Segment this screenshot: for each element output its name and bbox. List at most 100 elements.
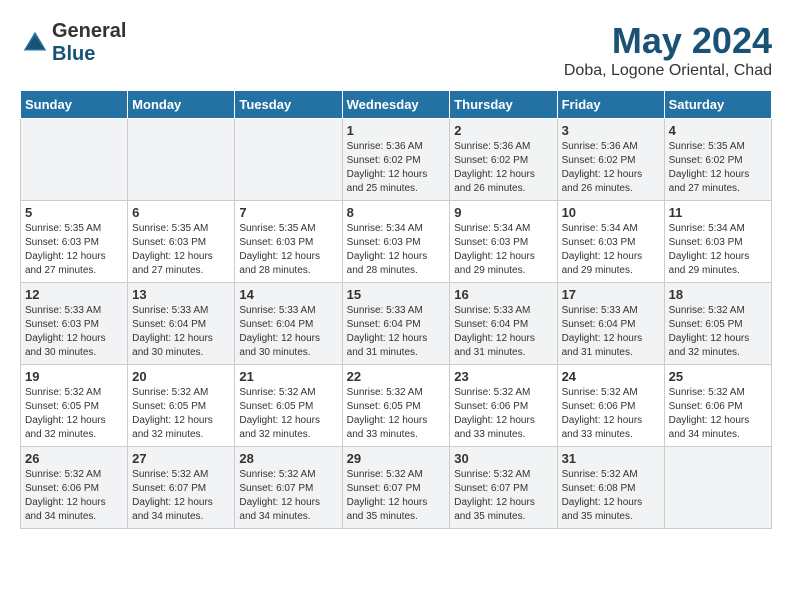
calendar-cell: 17Sunrise: 5:33 AM Sunset: 6:04 PM Dayli…: [557, 283, 664, 365]
day-number: 10: [562, 205, 660, 220]
calendar-week-row: 19 Sunrise: 5:32 AM Sunset: 6:05 PM Dayli…: [21, 365, 772, 447]
logo-text-blue: Blue: [52, 43, 95, 65]
calendar-cell: 28Sunrise: 5:32 AM Sunset: 6:07 PM Dayli…: [235, 447, 342, 529]
page-header: General Blue May 2024 Doba, Logone Orien…: [20, 20, 772, 80]
logo: General Blue: [20, 20, 126, 66]
day-info: Sunrise: 5:32 AM Sunset: 6:06 PM Dayligh…: [562, 386, 660, 442]
day-info: Sunrise: 5:32 AM Sunset: 6:08 PM Dayligh…: [562, 468, 660, 524]
day-number: 28: [239, 451, 337, 466]
day-of-week-header: Sunday: [21, 91, 128, 119]
day-info: Sunrise: 5:36 AM Sunset: 6:02 PM Dayligh…: [347, 140, 446, 196]
day-info: Sunrise: 5:32 AM Sunset: 6:07 PM Dayligh…: [132, 468, 230, 524]
day-of-week-header: Saturday: [664, 91, 771, 119]
day-info: Sunrise: 5:33 AM Sunset: 6:04 PM Dayligh…: [562, 304, 660, 360]
calendar-cell: 30 Sunrise: 5:32 AM Sunset: 6:07 PM Dayli…: [450, 447, 557, 529]
day-number: 30: [454, 451, 552, 466]
calendar-cell: 29 Sunrise: 5:32 AM Sunset: 6:07 PM Dayli…: [342, 447, 450, 529]
calendar-cell: 4 Sunrise: 5:35 AM Sunset: 6:02 PM Daylig…: [664, 119, 771, 201]
calendar-cell: 20 Sunrise: 5:32 AM Sunset: 6:05 PM Dayli…: [128, 365, 235, 447]
calendar-cell: 14Sunrise: 5:33 AM Sunset: 6:04 PM Dayli…: [235, 283, 342, 365]
day-number: 19: [25, 369, 123, 384]
calendar-cell: 25 Sunrise: 5:32 AM Sunset: 6:06 PM Dayli…: [664, 365, 771, 447]
day-info: Sunrise: 5:34 AM Sunset: 6:03 PM Dayligh…: [669, 222, 767, 278]
day-info: Sunrise: 5:33 AM Sunset: 6:03 PM Dayligh…: [25, 304, 123, 360]
calendar-cell: 13 Sunrise: 5:33 AM Sunset: 6:04 PM Dayli…: [128, 283, 235, 365]
calendar-cell: 1Sunrise: 5:36 AM Sunset: 6:02 PM Daylig…: [342, 119, 450, 201]
day-number: 20: [132, 369, 230, 384]
calendar-cell: 2Sunrise: 5:36 AM Sunset: 6:02 PM Daylig…: [450, 119, 557, 201]
calendar-cell: 16Sunrise: 5:33 AM Sunset: 6:04 PM Dayli…: [450, 283, 557, 365]
day-number: 16: [454, 287, 552, 302]
calendar-cell: 10 Sunrise: 5:34 AM Sunset: 6:03 PM Dayli…: [557, 201, 664, 283]
day-info: Sunrise: 5:35 AM Sunset: 6:03 PM Dayligh…: [25, 222, 123, 278]
calendar-cell: 23Sunrise: 5:32 AM Sunset: 6:06 PM Dayli…: [450, 365, 557, 447]
calendar-cell: 18 Sunrise: 5:32 AM Sunset: 6:05 PM Dayli…: [664, 283, 771, 365]
calendar-cell: 7 Sunrise: 5:35 AM Sunset: 6:03 PM Daylig…: [235, 201, 342, 283]
calendar-cell: [21, 119, 128, 201]
calendar-cell: 22 Sunrise: 5:32 AM Sunset: 6:05 PM Dayli…: [342, 365, 450, 447]
day-info: Sunrise: 5:32 AM Sunset: 6:06 PM Dayligh…: [25, 468, 123, 524]
day-info: Sunrise: 5:32 AM Sunset: 6:05 PM Dayligh…: [669, 304, 767, 360]
day-number: 7: [239, 205, 337, 220]
day-number: 26: [25, 451, 123, 466]
day-info: Sunrise: 5:35 AM Sunset: 6:03 PM Dayligh…: [132, 222, 230, 278]
day-info: Sunrise: 5:32 AM Sunset: 6:06 PM Dayligh…: [454, 386, 552, 442]
day-number: 4: [669, 123, 767, 138]
day-number: 24: [562, 369, 660, 384]
day-number: 14: [239, 287, 337, 302]
day-number: 21: [239, 369, 337, 384]
calendar-cell: 9 Sunrise: 5:34 AM Sunset: 6:03 PM Daylig…: [450, 201, 557, 283]
calendar-cell: 12 Sunrise: 5:33 AM Sunset: 6:03 PM Dayli…: [21, 283, 128, 365]
calendar-week-row: 1Sunrise: 5:36 AM Sunset: 6:02 PM Daylig…: [21, 119, 772, 201]
day-number: 29: [347, 451, 446, 466]
day-of-week-header: Tuesday: [235, 91, 342, 119]
calendar-header-row: SundayMondayTuesdayWednesdayThursdayFrid…: [21, 91, 772, 119]
calendar-cell: 3 Sunrise: 5:36 AM Sunset: 6:02 PM Daylig…: [557, 119, 664, 201]
calendar-week-row: 12 Sunrise: 5:33 AM Sunset: 6:03 PM Dayli…: [21, 283, 772, 365]
day-number: 11: [669, 205, 767, 220]
calendar-cell: 24 Sunrise: 5:32 AM Sunset: 6:06 PM Dayli…: [557, 365, 664, 447]
day-info: Sunrise: 5:32 AM Sunset: 6:06 PM Dayligh…: [669, 386, 767, 442]
day-info: Sunrise: 5:35 AM Sunset: 6:03 PM Dayligh…: [239, 222, 337, 278]
logo-text-general: General: [52, 20, 126, 42]
calendar-week-row: 26 Sunrise: 5:32 AM Sunset: 6:06 PM Dayli…: [21, 447, 772, 529]
calendar-cell: 26 Sunrise: 5:32 AM Sunset: 6:06 PM Dayli…: [21, 447, 128, 529]
calendar-cell: [235, 119, 342, 201]
day-number: 12: [25, 287, 123, 302]
day-info: Sunrise: 5:32 AM Sunset: 6:05 PM Dayligh…: [347, 386, 446, 442]
location: Doba, Logone Oriental, Chad: [564, 62, 772, 80]
day-number: 3: [562, 123, 660, 138]
day-of-week-header: Monday: [128, 91, 235, 119]
day-info: Sunrise: 5:35 AM Sunset: 6:02 PM Dayligh…: [669, 140, 767, 196]
day-number: 6: [132, 205, 230, 220]
day-number: 15: [347, 287, 446, 302]
day-info: Sunrise: 5:33 AM Sunset: 6:04 PM Dayligh…: [347, 304, 446, 360]
calendar-cell: 21Sunrise: 5:32 AM Sunset: 6:05 PM Dayli…: [235, 365, 342, 447]
day-info: Sunrise: 5:36 AM Sunset: 6:02 PM Dayligh…: [562, 140, 660, 196]
day-number: 13: [132, 287, 230, 302]
calendar-cell: 15 Sunrise: 5:33 AM Sunset: 6:04 PM Dayli…: [342, 283, 450, 365]
calendar-body: 1Sunrise: 5:36 AM Sunset: 6:02 PM Daylig…: [21, 119, 772, 529]
day-info: Sunrise: 5:32 AM Sunset: 6:07 PM Dayligh…: [347, 468, 446, 524]
day-number: 18: [669, 287, 767, 302]
day-info: Sunrise: 5:34 AM Sunset: 6:03 PM Dayligh…: [562, 222, 660, 278]
day-number: 22: [347, 369, 446, 384]
calendar-cell: 6 Sunrise: 5:35 AM Sunset: 6:03 PM Daylig…: [128, 201, 235, 283]
calendar-table: SundayMondayTuesdayWednesdayThursdayFrid…: [20, 90, 772, 529]
day-info: Sunrise: 5:34 AM Sunset: 6:03 PM Dayligh…: [454, 222, 552, 278]
day-of-week-header: Friday: [557, 91, 664, 119]
day-info: Sunrise: 5:32 AM Sunset: 6:07 PM Dayligh…: [454, 468, 552, 524]
calendar-cell: 19 Sunrise: 5:32 AM Sunset: 6:05 PM Dayli…: [21, 365, 128, 447]
day-of-week-header: Wednesday: [342, 91, 450, 119]
day-info: Sunrise: 5:32 AM Sunset: 6:05 PM Dayligh…: [25, 386, 123, 442]
day-info: Sunrise: 5:32 AM Sunset: 6:05 PM Dayligh…: [132, 386, 230, 442]
day-number: 25: [669, 369, 767, 384]
calendar-cell: 27Sunrise: 5:32 AM Sunset: 6:07 PM Dayli…: [128, 447, 235, 529]
calendar-cell: [664, 447, 771, 529]
logo-icon: [20, 28, 50, 58]
calendar-cell: 31Sunrise: 5:32 AM Sunset: 6:08 PM Dayli…: [557, 447, 664, 529]
day-number: 9: [454, 205, 552, 220]
calendar-cell: [128, 119, 235, 201]
calendar-cell: 8Sunrise: 5:34 AM Sunset: 6:03 PM Daylig…: [342, 201, 450, 283]
day-info: Sunrise: 5:33 AM Sunset: 6:04 PM Dayligh…: [132, 304, 230, 360]
